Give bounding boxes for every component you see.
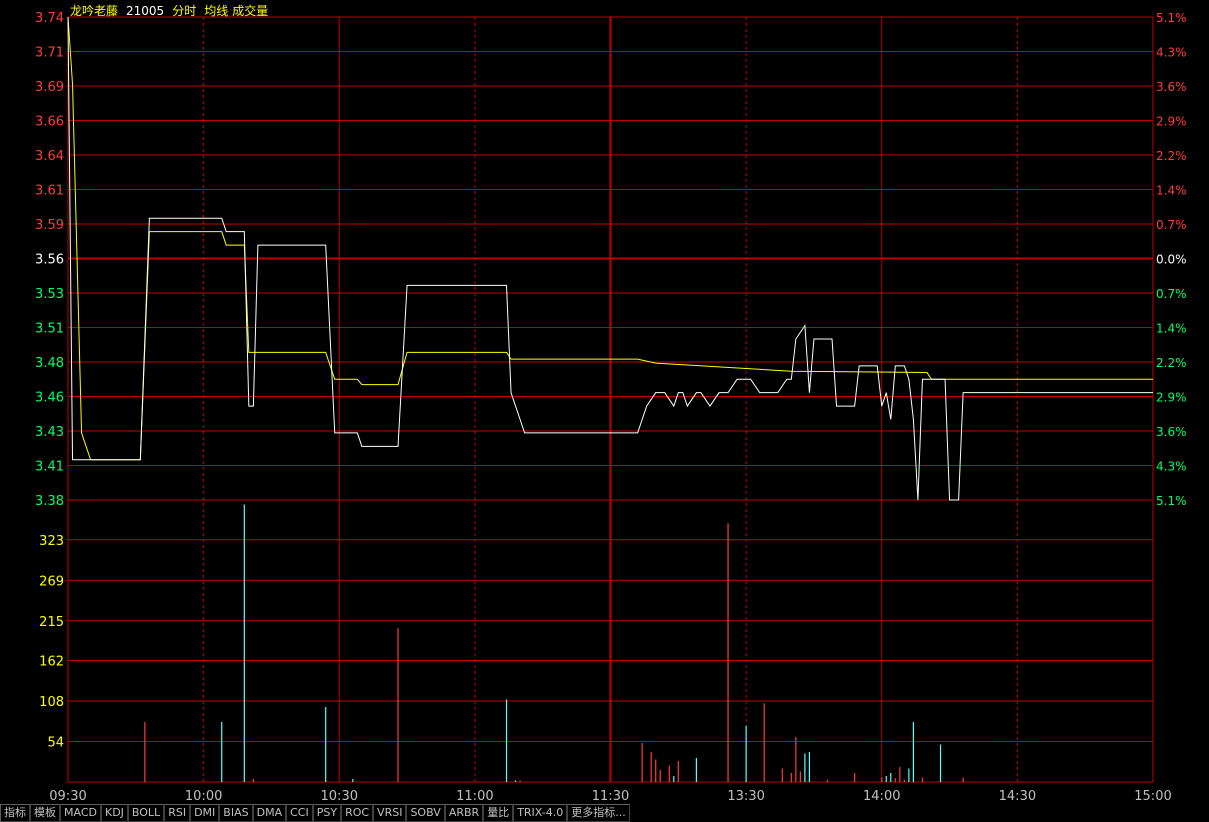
toolbar-item[interactable]: KDJ	[100, 804, 128, 822]
time-tick-label: 11:30	[592, 789, 629, 804]
volume-tick-label: 54	[47, 736, 64, 751]
toolbar-item[interactable]: MACD	[60, 804, 101, 822]
pct-tick-label: 4.3%	[1156, 460, 1187, 474]
toolbar-item[interactable]: DMA	[252, 804, 287, 822]
price-tick-label: 3.43	[35, 425, 64, 440]
pct-tick-label: 2.9%	[1156, 115, 1187, 129]
time-tick-label: 10:30	[321, 789, 358, 804]
volume-tick-label: 269	[39, 574, 64, 589]
time-tick-label: 15:00	[1134, 789, 1171, 804]
toolbar-item[interactable]: SOBV	[406, 804, 445, 822]
toolbar-item[interactable]: 更多指标...	[567, 804, 630, 822]
pct-tick-label: 5.1%	[1156, 11, 1187, 25]
volume-tick-label: 108	[39, 695, 64, 710]
pct-tick-label: 2.9%	[1156, 391, 1187, 405]
pct-tick-label: 2.2%	[1156, 149, 1187, 163]
toolbar-item[interactable]: 量比	[483, 804, 514, 822]
price-tick-label: 3.46	[35, 391, 64, 406]
pct-tick-label: 1.4%	[1156, 322, 1187, 336]
toolbar-item[interactable]: VRSI	[373, 804, 407, 822]
volume-tick-label: 215	[39, 615, 64, 630]
price-tick-label: 3.48	[35, 356, 64, 371]
pct-tick-label: 2.2%	[1156, 356, 1187, 370]
price-tick-label: 3.64	[35, 149, 64, 164]
intraday-chart[interactable]: 3.74 5.1% 3.71 4.3% 3.69 3.6% 3.66 2.9% 3.64 2.2%…	[0, 0, 1209, 804]
pct-tick-label: 4.3%	[1156, 46, 1187, 60]
price-tick-label: 3.41	[35, 460, 64, 475]
toolbar-item[interactable]: CCI	[286, 804, 313, 822]
toolbar-item[interactable]: TRIX-4.0	[513, 804, 568, 822]
volume-tick-label: 162	[39, 655, 64, 670]
pct-tick-label: 3.6%	[1156, 425, 1187, 439]
toolbar-item[interactable]: 模板	[30, 804, 60, 822]
toolbar-item[interactable]: BIAS	[219, 804, 253, 822]
time-tick-label: 14:00	[863, 789, 900, 804]
price-tick-label: 3.66	[35, 115, 64, 130]
time-tick-label: 11:00	[456, 789, 493, 804]
pct-tick-label: 0.7%	[1156, 218, 1187, 232]
price-tick-label: 3.61	[35, 184, 64, 199]
toolbar-item[interactable]: ROC	[341, 804, 374, 822]
pct-tick-label: 5.1%	[1156, 494, 1187, 508]
pct-tick-label: 0.0%	[1156, 253, 1187, 267]
price-tick-label: 3.59	[35, 218, 64, 233]
price-tick-label: 3.69	[35, 80, 64, 95]
toolbar-item[interactable]: RSI	[164, 804, 191, 822]
pct-tick-label: 0.7%	[1156, 287, 1187, 301]
toolbar-item[interactable]: ARBR	[444, 804, 484, 822]
pct-tick-label: 1.4%	[1156, 184, 1187, 198]
pct-tick-label: 3.6%	[1156, 80, 1187, 94]
volume-tick-label: 323	[39, 534, 64, 549]
toolbar-item[interactable]: BOLL	[127, 804, 165, 822]
toolbar-item[interactable]: DMI	[190, 804, 220, 822]
price-tick-label: 3.53	[35, 287, 64, 302]
price-tick-label: 3.71	[35, 46, 64, 61]
indicator-toolbar: 指标 模板 MACD KDJ BOLL RSI DMI BIAS DMA CCI PSY ROC VRS…	[0, 804, 630, 822]
time-tick-label: 09:30	[49, 789, 86, 804]
time-tick-label: 14:30	[999, 789, 1036, 804]
price-tick-label: 3.56	[35, 253, 64, 268]
price-tick-label: 3.38	[35, 494, 64, 509]
toolbar-item[interactable]: 指标	[0, 804, 30, 822]
price-tick-label: 3.74	[35, 11, 64, 26]
time-tick-label: 10:00	[185, 789, 222, 804]
time-tick-label: 13:30	[727, 789, 764, 804]
price-tick-label: 3.51	[35, 322, 64, 337]
toolbar-item[interactable]: PSY	[312, 804, 342, 822]
